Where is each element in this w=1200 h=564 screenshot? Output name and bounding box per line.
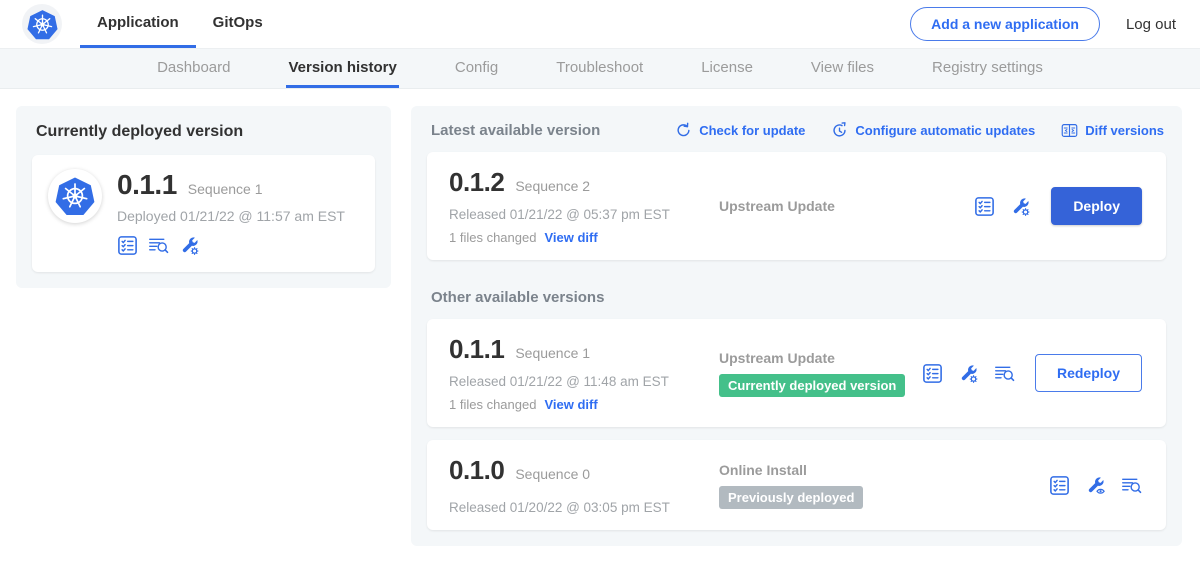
subnav-tab-license[interactable]: License [699,49,755,88]
version-card-0-1-2: 0.1.2 Sequence 2 Released 01/21/22 @ 05:… [427,152,1166,260]
config-icon[interactable] [1010,196,1031,217]
currently-deployed-panel: Currently deployed version 0.1.1 Sequenc… [16,106,391,288]
diff-versions-label: Diff versions [1085,123,1164,138]
check-for-update-label: Check for update [699,123,805,138]
tab-application[interactable]: Application [80,0,196,48]
diff-versions-link[interactable]: Diff versions [1061,122,1164,139]
latest-version-heading: Latest available version [431,122,600,139]
version-source-label: Online Install [719,462,1049,478]
released-timestamp: Released 01/21/22 @ 05:37 pm EST [449,207,705,222]
released-timestamp: Released 01/20/22 @ 03:05 pm EST [449,500,705,515]
sequence-label: Sequence 1 [515,345,590,361]
config-view-icon[interactable] [1085,475,1106,496]
main-content: Currently deployed version 0.1.1 Sequenc… [0,89,1200,546]
header-tabs: Application GitOps [80,0,280,48]
deployed-panel-title: Currently deployed version [36,123,375,141]
currently-deployed-badge: Currently deployed version [719,374,905,397]
configure-automatic-updates-label: Configure automatic updates [855,123,1035,138]
view-diff-link[interactable]: View diff [544,230,597,245]
version-source-label: Upstream Update [719,350,922,366]
version-card-0-1-1: 0.1.1 Sequence 1 Released 01/21/22 @ 11:… [427,319,1166,427]
version-number: 0.1.1 [449,334,504,365]
logout-button[interactable]: Log out [1126,16,1176,33]
version-number: 0.1.0 [449,455,504,486]
refresh-icon [675,122,692,139]
subnav-tab-registry-settings[interactable]: Registry settings [930,49,1045,88]
add-application-button[interactable]: Add a new application [910,7,1100,41]
diff-icon [1061,122,1078,139]
previously-deployed-badge: Previously deployed [719,486,863,509]
files-changed-label: 1 files changed [449,397,536,412]
version-history-panel: Latest available version Check for updat… [411,106,1182,546]
deploy-logs-icon[interactable] [1121,475,1142,496]
subnav-tab-version-history[interactable]: Version history [286,49,398,88]
subnav-tab-troubleshoot[interactable]: Troubleshoot [554,49,645,88]
deployed-timestamp: Deployed 01/21/22 @ 11:57 am EST [117,208,345,224]
deploy-button[interactable]: Deploy [1051,187,1142,225]
deployed-version-card: 0.1.1 Sequence 1 Deployed 01/21/22 @ 11:… [32,155,375,272]
deployed-sequence-label: Sequence 1 [188,181,263,197]
version-card-0-1-0: 0.1.0 Sequence 0 Released 01/20/22 @ 03:… [427,440,1166,530]
other-versions-heading: Other available versions [431,289,1166,306]
sequence-label: Sequence 0 [515,466,590,482]
preflight-checks-icon[interactable] [1049,475,1070,496]
kubernetes-logo [22,4,62,44]
subnav-tab-view-files[interactable]: View files [809,49,876,88]
preflight-checks-icon[interactable] [117,235,138,256]
sequence-label: Sequence 2 [515,178,590,194]
config-icon[interactable] [958,363,979,384]
check-for-update-link[interactable]: Check for update [675,122,805,139]
version-source-label: Upstream Update [719,198,974,214]
app-kubernetes-logo [48,169,102,223]
files-changed-label: 1 files changed [449,230,536,245]
subnav-tab-config[interactable]: Config [453,49,500,88]
config-icon[interactable] [179,235,200,256]
view-diff-link[interactable]: View diff [544,397,597,412]
configure-automatic-updates-link[interactable]: Configure automatic updates [831,122,1035,139]
deploy-logs-icon[interactable] [994,363,1015,384]
preflight-checks-icon[interactable] [922,363,943,384]
deploy-logs-icon[interactable] [148,235,169,256]
released-timestamp: Released 01/21/22 @ 11:48 am EST [449,374,705,389]
preflight-checks-icon[interactable] [974,196,995,217]
tab-gitops[interactable]: GitOps [196,0,280,48]
top-header: Application GitOps Add a new application… [0,0,1200,48]
deployed-version-number: 0.1.1 [117,169,177,201]
auto-update-icon [831,122,848,139]
app-subnav: Dashboard Version history Config Trouble… [0,48,1200,89]
redeploy-button[interactable]: Redeploy [1035,354,1142,392]
subnav-tab-dashboard[interactable]: Dashboard [155,49,232,88]
version-number: 0.1.2 [449,167,504,198]
